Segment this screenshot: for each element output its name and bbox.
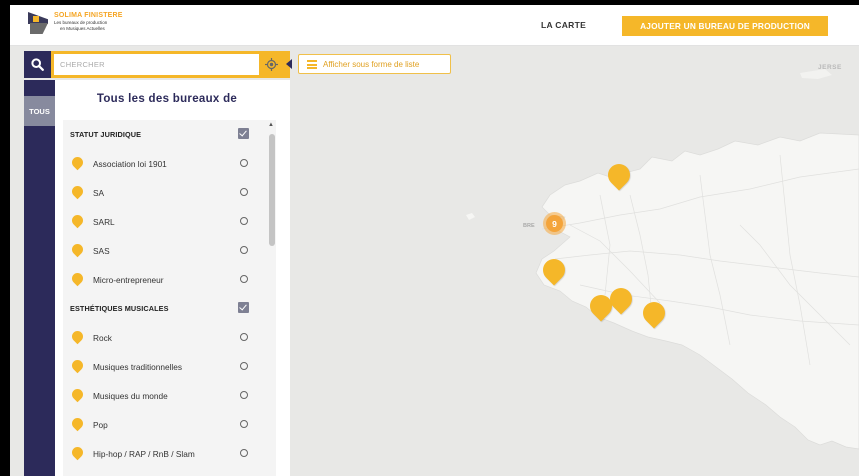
map-canvas[interactable] (280, 45, 859, 476)
section-checkbox[interactable] (238, 128, 249, 139)
list-view-button[interactable]: Afficher sous forme de liste (298, 54, 451, 74)
filter-item[interactable]: SA (63, 178, 267, 207)
filter-item-label: Micro-entrepreneur (93, 275, 164, 285)
nav-link-map[interactable]: LA CARTE (541, 20, 586, 30)
marker-pin-icon (69, 357, 86, 374)
brand-name: SOLIMA FINISTERE (54, 12, 123, 19)
filter-radio[interactable] (240, 449, 248, 457)
search-button[interactable] (24, 51, 51, 78)
filter-item-label: Association loi 1901 (93, 159, 167, 169)
filter-radio[interactable] (240, 333, 248, 341)
filter-radio[interactable] (240, 391, 248, 399)
filter-radio[interactable] (240, 420, 248, 428)
filter-item[interactable]: SARL (63, 207, 267, 236)
tab-all[interactable]: TOUS (24, 96, 55, 126)
panel-title: Tous les des bureaux de (96, 93, 238, 105)
search-input[interactable] (54, 54, 259, 75)
section-heading: STATUT JURIDIQUE (70, 130, 142, 139)
filter-radio[interactable] (240, 217, 248, 225)
filter-radio[interactable] (240, 246, 248, 254)
marker-pin-icon (69, 270, 86, 287)
app-frame: JERSE BRE 9 Afficher sous forme de liste… (10, 5, 859, 476)
filter-radio[interactable] (240, 188, 248, 196)
filter-item[interactable]: Micro-entrepreneur (63, 265, 267, 294)
filter-item[interactable]: SAS (63, 236, 267, 265)
map-cluster-marker[interactable]: 9 (543, 212, 566, 235)
filter-panel: Tous les des bureaux de STATUT JURIDIQUE… (55, 80, 290, 476)
search-icon (31, 58, 44, 71)
filter-list: STATUT JURIDIQUE Association loi 1901 SA… (63, 120, 267, 476)
section-checkbox[interactable] (238, 302, 249, 313)
add-production-office-button[interactable]: AJOUTER UN BUREAU DE PRODUCTION (622, 16, 828, 36)
section-heading: ESTHÉTIQUES MUSICALES (70, 304, 169, 313)
marker-pin-icon (69, 154, 86, 171)
filter-item[interactable]: Rock (63, 323, 267, 352)
brand-logo[interactable]: SOLIMA FINISTERE Les bureaux de producti… (28, 12, 123, 34)
filter-item-label: Hip-hop / RAP / RnB / Slam (93, 449, 195, 459)
filter-item-label: Pop (93, 420, 108, 430)
logo-mark-icon (28, 12, 48, 34)
filter-item-label: Musiques traditionnelles (93, 362, 183, 372)
filter-item[interactable]: Musiques du monde (63, 381, 267, 410)
locate-icon[interactable] (264, 57, 279, 72)
collapse-panel-icon[interactable] (286, 59, 292, 69)
filter-item[interactable]: Pop (63, 410, 267, 439)
marker-pin-icon (69, 183, 86, 200)
map-label-jersey: JERSE (818, 64, 842, 71)
top-header: SOLIMA FINISTERE Les bureaux de producti… (10, 5, 859, 46)
scrollbar-thumb[interactable] (269, 134, 275, 246)
filter-radio[interactable] (240, 275, 248, 283)
filter-item[interactable]: Hip-hop / RAP / RnB / Slam (63, 439, 267, 468)
filter-item-label: SA (93, 188, 105, 198)
map-label-brest: BRE (523, 223, 535, 229)
filter-item-label: SAS (93, 246, 110, 256)
marker-pin-icon (69, 241, 86, 258)
marker-pin-icon (69, 328, 86, 345)
brand-tagline-2: en Musiques Actuelles (60, 26, 105, 31)
filter-item-label: Rock (93, 333, 112, 343)
marker-pin-icon (69, 386, 86, 403)
scroll-up-icon[interactable]: ▲ (268, 122, 274, 128)
search-bar (24, 51, 292, 78)
category-tab-strip (24, 80, 55, 476)
filter-item[interactable]: Musiques traditionnelles (63, 352, 267, 381)
filter-section-header[interactable]: ESTHÉTIQUES MUSICALES (63, 294, 267, 323)
marker-pin-icon (69, 212, 86, 229)
filter-section-header[interactable]: STATUT JURIDIQUE (63, 120, 267, 149)
marker-pin-icon (69, 415, 86, 432)
filter-radio[interactable] (240, 159, 248, 167)
filter-item[interactable]: Association loi 1901 (63, 149, 267, 178)
filter-item-label: SARL (93, 217, 115, 227)
list-view-label: Afficher sous forme de liste (323, 60, 420, 69)
marker-pin-icon (69, 444, 86, 461)
filter-radio[interactable] (240, 362, 248, 370)
panel-scrollbar[interactable]: ▲ (267, 120, 276, 476)
filter-item-label: Musiques du monde (93, 391, 168, 401)
cluster-count: 9 (546, 215, 563, 232)
list-icon (307, 60, 317, 69)
